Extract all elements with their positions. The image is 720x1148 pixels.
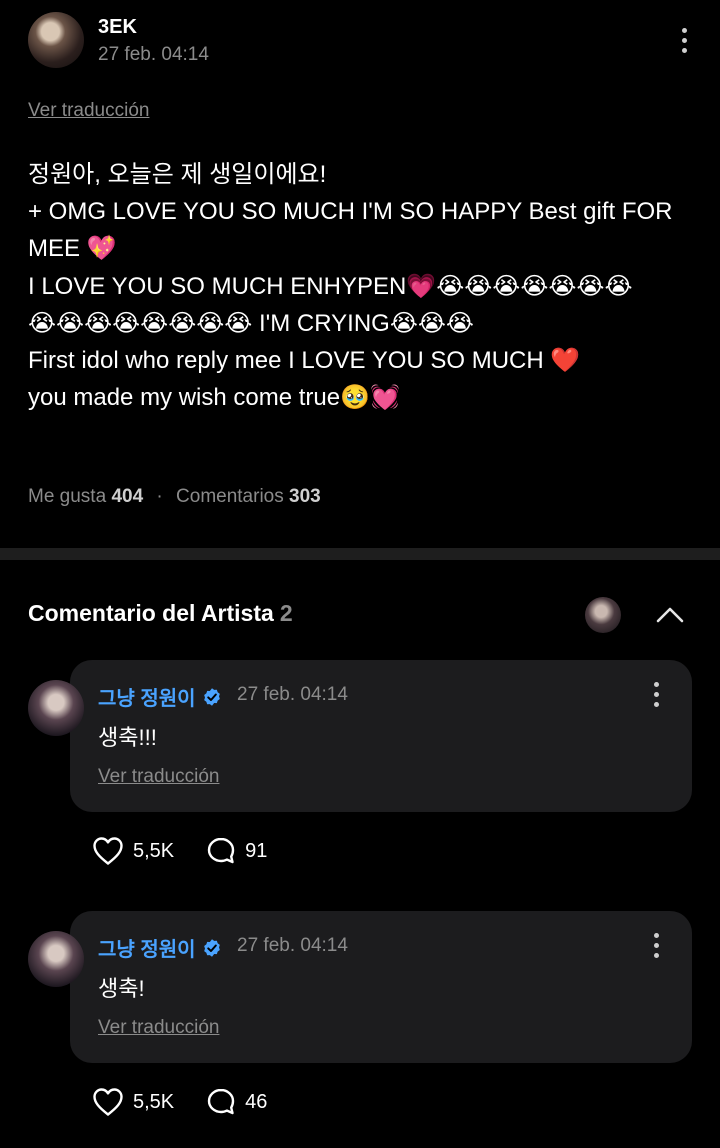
post-line: 😭😭😭😭😭😭😭😭 I'M CRYING😭😭😭 bbox=[28, 309, 474, 337]
verified-badge-icon bbox=[203, 687, 220, 706]
artist-comment-card: 그냥 정원이 27 feb. 04:14 생축!!! Ver traducció… bbox=[70, 660, 692, 812]
comment-text: 생축!!! bbox=[98, 725, 157, 750]
post-line: I LOVE YOU SO MUCH ENHYPEN💗😭😭😭😭😭😭😭 bbox=[28, 272, 633, 300]
likes-count[interactable]: 404 bbox=[111, 486, 143, 507]
post-line: you made my wish come true🥹💓 bbox=[28, 384, 400, 412]
comment-author[interactable]: 그냥 정원이 bbox=[98, 682, 222, 711]
section-divider bbox=[0, 548, 720, 560]
translate-link[interactable]: Ver traducción bbox=[98, 766, 219, 788]
artist-section-label: Comentario del Artista bbox=[28, 600, 274, 626]
post-body: 정원아, 오늘은 제 생일이에요! + OMG LOVE YOU SO MUCH… bbox=[28, 156, 700, 416]
like-count: 5,5K bbox=[133, 839, 175, 862]
heart-icon bbox=[93, 837, 123, 865]
more-vertical-icon[interactable] bbox=[672, 22, 696, 58]
artist-comment-count: 2 bbox=[279, 600, 293, 626]
post-header: 3EK 27 feb. 04:14 bbox=[28, 12, 700, 72]
comment-author[interactable]: 그냥 정원이 bbox=[98, 933, 222, 962]
avatar[interactable] bbox=[28, 931, 84, 987]
heart-icon bbox=[93, 1088, 123, 1116]
translate-link[interactable]: Ver traducción bbox=[98, 1017, 219, 1039]
chevron-up-icon[interactable] bbox=[652, 597, 688, 633]
post-line: First idol who reply mee I LOVE YOU SO M… bbox=[28, 347, 581, 375]
comment-bubble-icon bbox=[207, 1088, 235, 1115]
reply-button[interactable]: 46 bbox=[206, 1087, 267, 1117]
like-count: 5,5K bbox=[133, 1090, 175, 1113]
post-username[interactable]: 3EK bbox=[98, 16, 137, 39]
comment-author-name[interactable]: 그냥 정원이 bbox=[98, 933, 196, 962]
post-line: MEE 💖 bbox=[28, 235, 117, 263]
reply-button[interactable]: 91 bbox=[206, 836, 267, 866]
comment-bubble-icon bbox=[207, 837, 235, 864]
separator-dot: · bbox=[156, 486, 163, 507]
comments-label: Comentarios bbox=[176, 486, 284, 507]
reply-count: 46 bbox=[245, 1090, 268, 1113]
verified-badge-icon bbox=[203, 938, 220, 957]
reply-count: 91 bbox=[245, 839, 268, 862]
post-date: 27 feb. 04:14 bbox=[98, 44, 209, 65]
likes-label: Me gusta bbox=[28, 486, 107, 507]
post-line: 정원아, 오늘은 제 생일이에요! bbox=[28, 161, 327, 188]
translate-link[interactable]: Ver traducción bbox=[28, 100, 149, 122]
avatar[interactable] bbox=[28, 680, 84, 736]
post-line: + OMG LOVE YOU SO MUCH I'M SO HAPPY Best… bbox=[28, 198, 673, 226]
more-vertical-icon[interactable] bbox=[644, 676, 668, 712]
comments-count[interactable]: 303 bbox=[289, 486, 321, 507]
comment-author-name[interactable]: 그냥 정원이 bbox=[98, 682, 196, 711]
comment-actions: 5,5K 91 bbox=[92, 836, 299, 866]
more-vertical-icon[interactable] bbox=[644, 927, 668, 963]
comment-actions: 5,5K 46 bbox=[92, 1087, 299, 1117]
comment-text: 생축! bbox=[98, 976, 145, 1001]
comment-date: 27 feb. 04:14 bbox=[237, 684, 348, 705]
like-button[interactable]: 5,5K bbox=[92, 1087, 174, 1117]
artist-section-title: Comentario del Artista 2 bbox=[28, 600, 293, 627]
avatar[interactable] bbox=[28, 12, 84, 68]
artist-avatar[interactable] bbox=[585, 597, 621, 633]
artist-comment-card: 그냥 정원이 27 feb. 04:14 생축! Ver traducción bbox=[70, 911, 692, 1063]
comment-date: 27 feb. 04:14 bbox=[237, 935, 348, 956]
like-button[interactable]: 5,5K bbox=[92, 836, 174, 866]
post-stats: Me gusta 404 · Comentarios 303 bbox=[28, 486, 321, 508]
